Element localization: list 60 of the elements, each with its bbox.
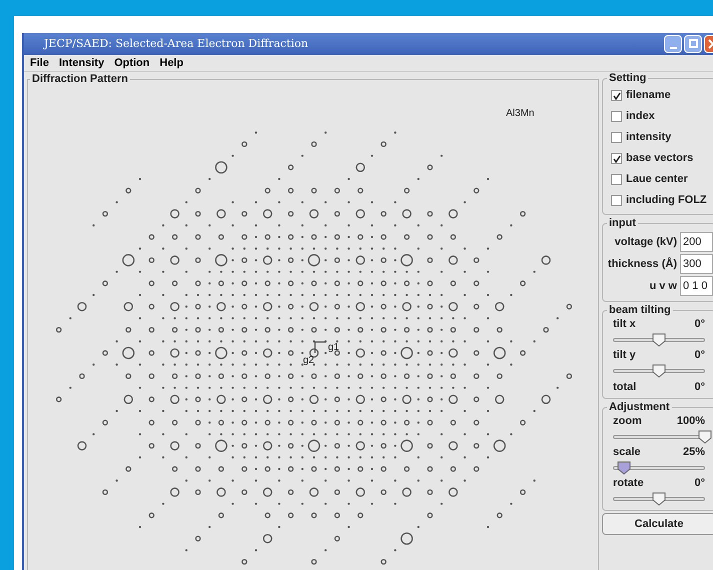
vector-label: g1 <box>328 343 340 353</box>
slider-label: scale <box>613 445 641 460</box>
checkbox-label: including FOLZ <box>626 193 707 208</box>
checkbox-label: Laue center <box>626 172 688 188</box>
slider-thumb[interactable] <box>651 491 667 507</box>
checkbox[interactable]: Laue center <box>605 169 713 190</box>
slider-thumb[interactable] <box>651 363 667 379</box>
input-field[interactable]: 0 1 0 <box>680 276 713 296</box>
menu-item[interactable]: Help <box>160 54 184 71</box>
input-field[interactable]: 200 <box>680 232 713 252</box>
menu-item[interactable]: Intensity <box>58 54 104 71</box>
base-vector-icon <box>314 341 326 353</box>
window-title: JECP/SAED: Selected-Area Electron Diffraction <box>44 36 308 52</box>
menu-item[interactable]: Option <box>114 54 150 71</box>
field-label: u v w <box>649 278 677 294</box>
checkbox-label: index <box>626 109 655 124</box>
field-label: thickness (Å) <box>608 256 677 272</box>
checkbox-box[interactable] <box>611 90 622 101</box>
group-title: Adjustment <box>608 401 670 414</box>
checkbox-box[interactable] <box>611 153 622 164</box>
field-label: voltage (kV) <box>614 234 677 250</box>
group-title: Diffraction Pattern <box>31 73 129 86</box>
checkbox-label: base vectors <box>626 151 694 166</box>
checkbox-box[interactable] <box>611 111 622 122</box>
calculate-button[interactable]: Calculate <box>602 513 713 535</box>
checkbox[interactable]: intensity <box>605 127 713 148</box>
maximize-button[interactable] <box>684 34 702 53</box>
input-field[interactable]: 300 <box>680 254 713 274</box>
minimize-button[interactable] <box>664 34 682 53</box>
filename-label: Al3Mn <box>506 107 534 121</box>
slider-label: tilt y <box>613 348 636 364</box>
slider-label: rotate <box>613 476 644 492</box>
slider-reading: 0° <box>694 476 705 492</box>
slider-thumb[interactable] <box>697 429 713 445</box>
slider-thumb[interactable] <box>616 460 632 476</box>
checkbox-label: filename <box>626 88 671 104</box>
checkbox-box[interactable] <box>611 195 622 206</box>
checkbox[interactable]: filename <box>605 85 713 106</box>
checkbox-box[interactable] <box>611 132 622 143</box>
slider-label: tilt x <box>613 317 636 332</box>
slider-reading: 100% <box>676 414 705 430</box>
checkbox[interactable]: base vectors <box>605 148 713 169</box>
total-reading: 0° <box>694 380 705 395</box>
group-title: Setting <box>608 72 648 85</box>
slider-thumb[interactable] <box>651 332 667 348</box>
slider-label: zoom <box>613 414 642 430</box>
menu-item[interactable]: File <box>30 54 49 71</box>
checkbox-label: intensity <box>626 130 672 146</box>
vector-label: g2 <box>303 356 314 366</box>
total-label: total <box>613 380 636 395</box>
checkbox[interactable]: index <box>605 106 713 127</box>
group-title: beam tilting <box>608 304 672 317</box>
check-icon <box>612 92 620 100</box>
slider-reading: 0° <box>694 317 705 332</box>
check-icon <box>612 154 620 162</box>
checkbox[interactable]: including FOLZ <box>605 190 713 211</box>
slider-reading: 0° <box>694 348 705 364</box>
group-title: input <box>608 217 637 230</box>
slider-reading: 25% <box>682 445 705 460</box>
checkbox-box[interactable] <box>611 174 622 185</box>
